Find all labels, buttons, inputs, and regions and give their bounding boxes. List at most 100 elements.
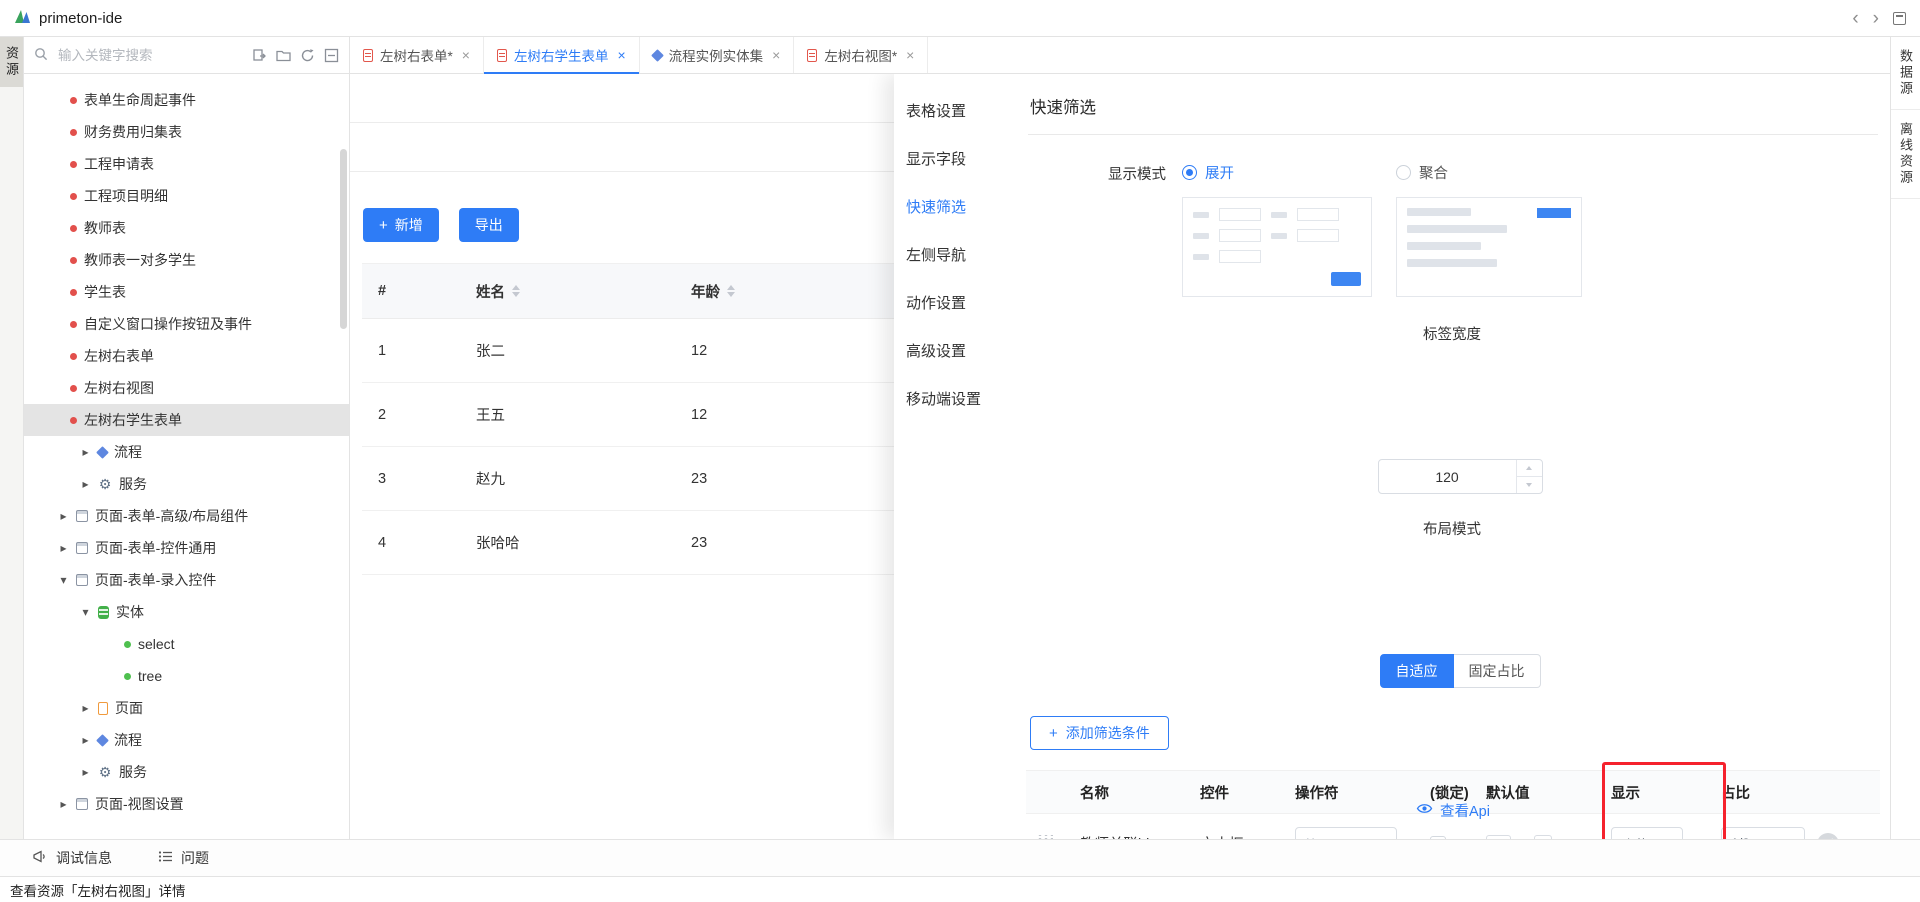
- settings-menu-item[interactable]: 表格设置: [894, 86, 1016, 134]
- column-header[interactable]: 姓名: [452, 264, 667, 318]
- tree-item[interactable]: 表单生命周起事件: [24, 84, 349, 116]
- collapse-all-icon[interactable]: [324, 48, 339, 63]
- operator-select[interactable]: 等于: [1295, 827, 1397, 839]
- table-cell: 张二: [452, 319, 667, 382]
- history-back-icon[interactable]: ‹: [1852, 9, 1858, 28]
- lock-checkbox[interactable]: [1430, 836, 1446, 840]
- display-mode-label: 显示模式: [1030, 161, 1166, 297]
- chevron-right-icon[interactable]: ▸: [80, 445, 91, 459]
- tree-item[interactable]: ▾页面-表单-录入控件: [24, 564, 349, 596]
- status-text: 查看资源「左树右视图」详情: [10, 880, 186, 900]
- sort-asc-icon[interactable]: [512, 285, 520, 290]
- settings-menu-item[interactable]: 快速筛选: [894, 182, 1016, 230]
- editor-tab[interactable]: 流程实例实体集×: [640, 37, 795, 73]
- history-forward-icon[interactable]: ›: [1873, 9, 1879, 28]
- tab-close-icon[interactable]: ×: [462, 47, 470, 63]
- layout-fixed-button[interactable]: 固定占比: [1454, 654, 1541, 688]
- tree-item[interactable]: 学生表: [24, 276, 349, 308]
- tree-item[interactable]: ▸页面: [24, 692, 349, 724]
- tree-item[interactable]: ▸页面-视图设置: [24, 788, 349, 820]
- settings-menu-item[interactable]: 左侧导航: [894, 230, 1016, 278]
- tree-scrollbar[interactable]: [340, 149, 347, 329]
- settings-menu-item[interactable]: 移动端设置: [894, 374, 1016, 422]
- window-layout-icon[interactable]: [1893, 12, 1906, 25]
- offline-resources-tab[interactable]: 离线资源: [1891, 110, 1920, 199]
- default-value-text: te: [1517, 836, 1528, 839]
- tree-item[interactable]: ▸服务: [24, 468, 349, 500]
- chevron-down-icon[interactable]: ▾: [58, 573, 69, 587]
- page-icon: [98, 702, 108, 715]
- refresh-icon[interactable]: [300, 48, 315, 63]
- sort-desc-icon[interactable]: [512, 292, 520, 297]
- folder-icon[interactable]: [276, 49, 291, 62]
- chevron-right-icon[interactable]: ▸: [58, 541, 69, 555]
- tree-item[interactable]: 左树右表单: [24, 340, 349, 372]
- chevron-right-icon[interactable]: ▸: [80, 765, 91, 779]
- radio-icon[interactable]: [1396, 165, 1411, 180]
- sort-desc-icon[interactable]: [727, 292, 735, 297]
- radio-checked-icon[interactable]: [1182, 165, 1197, 180]
- tree-item[interactable]: 工程申请表: [24, 148, 349, 180]
- layout-adaptive-button[interactable]: 自适应: [1380, 654, 1454, 688]
- tree-item[interactable]: ▸流程: [24, 436, 349, 468]
- search-input[interactable]: [56, 47, 244, 64]
- tree-item[interactable]: ▸页面-表单-高级/布局组件: [24, 500, 349, 532]
- tree-item[interactable]: 工程项目明细: [24, 180, 349, 212]
- resources-tab[interactable]: 资源: [0, 37, 23, 87]
- tree-item[interactable]: 教师表: [24, 212, 349, 244]
- add-row-button[interactable]: + 新增: [363, 208, 439, 242]
- chevron-right-icon[interactable]: ▸: [80, 701, 91, 715]
- chevron-right-icon[interactable]: ▸: [80, 733, 91, 747]
- tree-item[interactable]: 左树右学生表单: [24, 404, 349, 436]
- tree-item[interactable]: 财务费用归集表: [24, 116, 349, 148]
- form-icon: [807, 49, 817, 62]
- sort-asc-icon[interactable]: [727, 285, 735, 290]
- label-width-input[interactable]: 120: [1378, 459, 1543, 494]
- tab-close-icon[interactable]: ×: [906, 47, 914, 63]
- tree-item[interactable]: tree: [24, 660, 349, 692]
- settings-menu-item[interactable]: 动作设置: [894, 278, 1016, 326]
- tree-item[interactable]: 教师表一对多学生: [24, 244, 349, 276]
- tree-item[interactable]: 自定义窗口操作按钮及事件: [24, 308, 349, 340]
- tree-item[interactable]: ▸服务: [24, 756, 349, 788]
- delete-filter-icon[interactable]: [1817, 833, 1839, 840]
- chevron-right-icon[interactable]: ▸: [58, 509, 69, 523]
- drag-handle-icon[interactable]: [1036, 835, 1053, 839]
- locate-file-icon[interactable]: [252, 48, 267, 63]
- default-value-tokens[interactable]: {p} te D: [1486, 835, 1552, 840]
- editor-tab[interactable]: 左树右学生表单×: [484, 37, 640, 73]
- editor-tab[interactable]: 左树右视图*×: [794, 37, 928, 73]
- display-mode-expand-radio[interactable]: 展开: [1182, 161, 1372, 183]
- chevron-right-icon[interactable]: ▸: [80, 477, 91, 491]
- tree-item[interactable]: ▸页面-表单-控件通用: [24, 532, 349, 564]
- problems-button[interactable]: 问题: [158, 848, 209, 868]
- display-select[interactable]: 隐藏: [1611, 827, 1683, 839]
- display-mode-aggregate-radio[interactable]: 聚合: [1396, 161, 1582, 183]
- tree-item[interactable]: 左树右视图: [24, 372, 349, 404]
- sort-icons[interactable]: [512, 285, 520, 297]
- add-filter-button[interactable]: + 添加筛选条件: [1030, 716, 1169, 750]
- param-token[interactable]: {p}: [1486, 835, 1511, 840]
- default-token[interactable]: D: [1534, 835, 1553, 840]
- tree-item[interactable]: ▾实体: [24, 596, 349, 628]
- tab-close-icon[interactable]: ×: [772, 47, 780, 63]
- tree-item[interactable]: select: [24, 628, 349, 660]
- tree-item[interactable]: ▸流程: [24, 724, 349, 756]
- chevron-right-icon[interactable]: ▸: [58, 797, 69, 811]
- stepper-up-icon[interactable]: [1517, 460, 1542, 477]
- ratio-select[interactable]: 1/3: [1721, 827, 1805, 839]
- settings-menu-item[interactable]: 显示字段: [894, 134, 1016, 182]
- editor-tab[interactable]: 左树右表单*×: [350, 37, 484, 73]
- export-button[interactable]: 导出: [459, 208, 519, 242]
- stepper-down-icon[interactable]: [1517, 477, 1542, 493]
- view-api-link[interactable]: 查看Api: [1416, 800, 1490, 821]
- datasource-tab[interactable]: 数据源: [1891, 37, 1920, 110]
- table-cell: 1: [362, 319, 452, 382]
- expand-mode-preview[interactable]: [1182, 197, 1372, 297]
- debug-info-button[interactable]: 调试信息: [32, 848, 112, 868]
- tab-close-icon[interactable]: ×: [617, 47, 625, 63]
- aggregate-mode-preview[interactable]: [1396, 197, 1582, 297]
- sort-icons[interactable]: [727, 285, 735, 297]
- chevron-down-icon[interactable]: ▾: [80, 605, 91, 619]
- settings-menu-item[interactable]: 高级设置: [894, 326, 1016, 374]
